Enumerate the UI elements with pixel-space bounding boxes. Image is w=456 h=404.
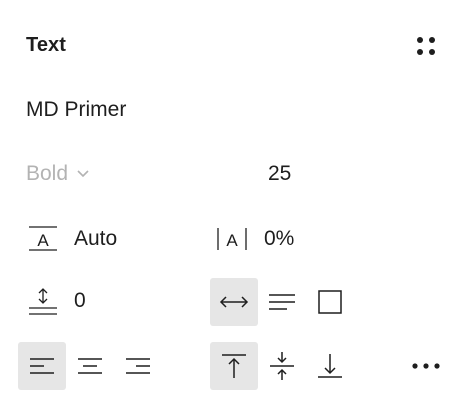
font-weight-select[interactable]: Bold (26, 162, 90, 186)
letter-spacing-value: 0% (264, 227, 295, 250)
auto-width-button[interactable] (210, 278, 258, 326)
text-styles-button[interactable] (410, 30, 442, 62)
auto-height-icon (269, 294, 295, 310)
svg-text:A: A (226, 231, 238, 250)
panel-title: Text (26, 34, 67, 56)
align-middle-button[interactable] (258, 342, 306, 390)
paragraph-spacing-icon (26, 286, 60, 316)
letter-spacing-field[interactable]: A 0% (214, 224, 294, 254)
line-height-field[interactable]: A Auto (26, 224, 117, 254)
align-top-icon (222, 354, 246, 378)
align-center-icon (78, 358, 102, 374)
more-options-button[interactable] (402, 342, 450, 390)
auto-height-button[interactable] (258, 278, 306, 326)
font-weight-label: Bold (26, 162, 69, 185)
more-options-icon (412, 363, 440, 369)
fixed-size-icon (318, 290, 342, 314)
font-size-input[interactable]: 25 (268, 162, 291, 186)
line-height-value: Auto (74, 227, 118, 250)
line-height-icon: A (26, 224, 60, 254)
align-left-icon (30, 358, 54, 374)
four-dots-icon (417, 37, 435, 55)
align-middle-icon (270, 352, 294, 380)
align-center-button[interactable] (66, 342, 114, 390)
align-bottom-icon (318, 354, 342, 378)
svg-text:A: A (37, 231, 49, 250)
align-bottom-button[interactable] (306, 342, 354, 390)
letter-spacing-icon: A (214, 224, 248, 254)
fixed-size-button[interactable] (306, 278, 354, 326)
paragraph-spacing-value: 0 (74, 289, 86, 312)
align-right-icon (126, 358, 150, 374)
align-left-button[interactable] (18, 342, 66, 390)
align-right-button[interactable] (114, 342, 162, 390)
chevron-down-icon (77, 170, 89, 178)
paragraph-spacing-field[interactable]: 0 (26, 286, 86, 316)
font-family-select[interactable]: MD Primer (26, 98, 126, 122)
align-top-button[interactable] (210, 342, 258, 390)
auto-width-icon (219, 296, 249, 308)
